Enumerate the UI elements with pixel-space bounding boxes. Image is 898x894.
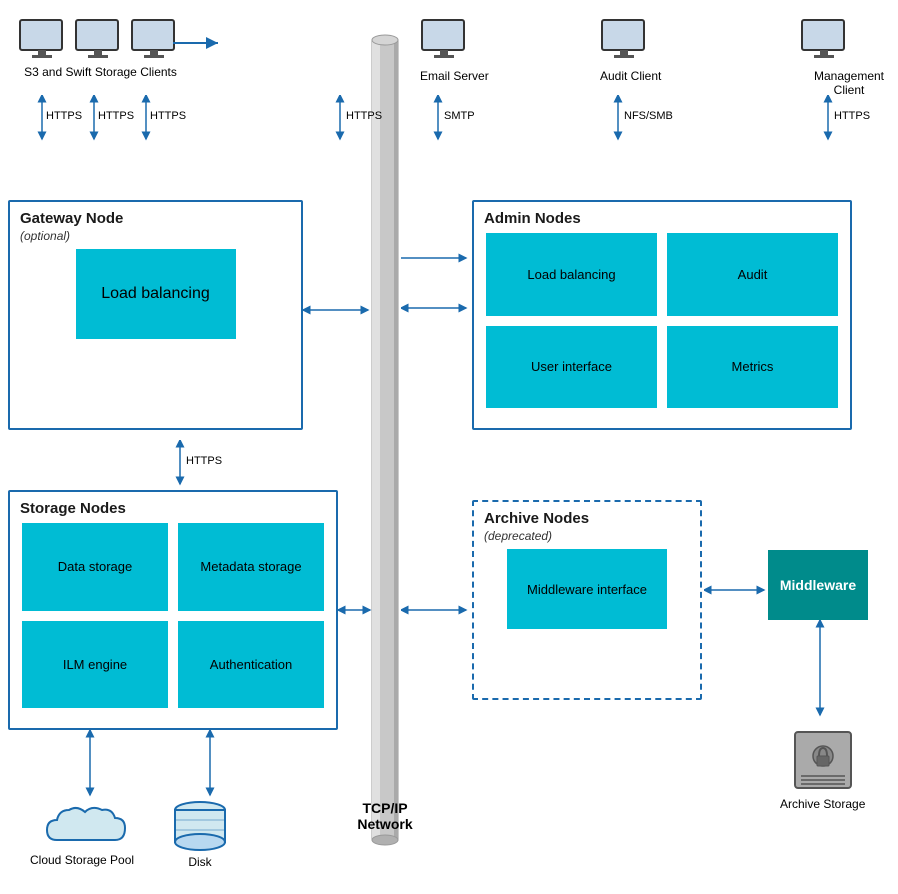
archive-nodes-title: Archive Nodes xyxy=(484,510,690,527)
storage-metadata: Metadata storage xyxy=(178,523,324,611)
arrow-clients-to-gateway xyxy=(173,33,223,53)
arrow-to-cloud xyxy=(80,730,100,800)
storage-authentication: Authentication xyxy=(178,621,324,709)
s3-swift-clients xyxy=(18,18,178,62)
disk-storage: Disk xyxy=(170,800,230,869)
management-client: Management Client xyxy=(800,18,898,97)
svg-text:NFS/SMB: NFS/SMB xyxy=(624,110,673,122)
gateway-node-title: Gateway Node xyxy=(20,210,291,227)
cloud-storage-label: Cloud Storage Pool xyxy=(30,853,134,867)
archive-middleware-interface: Middleware interface xyxy=(507,549,667,629)
monitor-icon xyxy=(18,18,66,62)
arrow-to-disk xyxy=(200,730,220,800)
svg-text:HTTPS: HTTPS xyxy=(150,110,186,122)
architecture-diagram: TCP/IP Network S3 and Swift Storage Clie… xyxy=(0,0,898,894)
s3-swift-label: S3 and Swift Storage Clients xyxy=(18,65,183,79)
archive-nodes-box: Archive Nodes (deprecated) Middleware in… xyxy=(472,500,702,700)
arrow-pipe-to-admin xyxy=(401,248,471,268)
tcp-pipe xyxy=(368,30,402,850)
smtp-arrow: SMTP xyxy=(428,95,483,145)
storage-data: Data storage xyxy=(22,523,168,611)
storage-nodes-box: Storage Nodes Data storage Metadata stor… xyxy=(8,490,338,730)
https-label-storage: HTTPS xyxy=(170,440,240,493)
middleware-box: Middleware xyxy=(768,550,868,620)
svg-text:HTTPS: HTTPS xyxy=(186,455,222,467)
storage-nodes-title: Storage Nodes xyxy=(20,500,326,517)
monitor-icon xyxy=(74,18,122,62)
admin-metrics: Metrics xyxy=(667,326,838,409)
email-server-client: Email Server xyxy=(420,18,489,83)
https-arrows-s3: HTTPS HTTPS HTTPS xyxy=(18,95,188,145)
svg-text:HTTPS: HTTPS xyxy=(98,110,134,122)
admin-nodes-box: Admin Nodes Load balancing Audit User in… xyxy=(472,200,852,430)
disk-label: Disk xyxy=(170,855,230,869)
monitor-icon xyxy=(130,18,178,62)
admin-user-interface: User interface xyxy=(486,326,657,409)
admin-audit: Audit xyxy=(667,233,838,316)
archive-nodes-subtitle: (deprecated) xyxy=(484,529,690,543)
arrow-pipe-to-archive xyxy=(401,600,471,620)
arrow-archive-to-middleware xyxy=(704,580,769,600)
admin-load-balancing: Load balancing xyxy=(486,233,657,316)
gateway-node-box: Gateway Node (optional) Load balancing xyxy=(8,200,303,430)
https-arrow-gateway: HTTPS xyxy=(330,95,390,145)
tcp-ip-label: TCP/IP Network xyxy=(348,800,422,832)
arrow-gateway-to-pipe xyxy=(303,300,373,320)
gateway-load-balancing: Load balancing xyxy=(76,249,236,339)
svg-text:HTTPS: HTTPS xyxy=(834,110,870,122)
arrow-pipe-admin-bidir xyxy=(401,298,471,318)
storage-ilm: ILM engine xyxy=(22,621,168,709)
svg-text:SMTP: SMTP xyxy=(444,110,475,122)
arrow-middleware-to-storage xyxy=(810,620,830,720)
audit-client: Audit Client xyxy=(600,18,661,83)
svg-text:HTTPS: HTTPS xyxy=(46,110,82,122)
https-arrow-mgmt: HTTPS xyxy=(818,95,873,145)
cloud-storage-pool: Cloud Storage Pool xyxy=(30,800,134,867)
svg-text:HTTPS: HTTPS xyxy=(346,110,382,122)
archive-storage-label: Archive Storage xyxy=(780,797,865,811)
middleware-label: Middleware xyxy=(780,577,856,593)
archive-storage: Archive Storage xyxy=(780,730,865,811)
gateway-node-subtitle: (optional) xyxy=(20,229,291,243)
arrow-storage-to-pipe xyxy=(338,600,374,620)
nfs-smb-arrow: NFS/SMB xyxy=(608,95,678,145)
admin-nodes-title: Admin Nodes xyxy=(484,210,840,227)
